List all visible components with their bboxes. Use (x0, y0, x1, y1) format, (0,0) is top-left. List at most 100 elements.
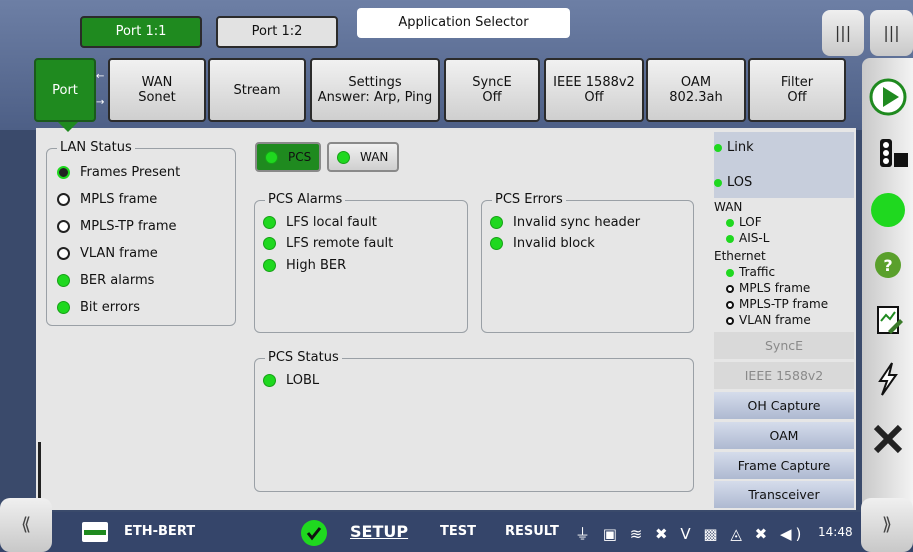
tab-ieee1588[interactable]: IEEE 1588v2 Off (544, 58, 644, 122)
status-led-icon (726, 268, 734, 277)
transceiver-button[interactable]: Transceiver (714, 481, 854, 509)
oam-button[interactable]: OAM (714, 422, 854, 450)
tab-sub: 802.3ah (669, 90, 723, 105)
status-led-icon (726, 300, 734, 309)
status-led-icon (57, 301, 70, 314)
list-item: VLAN frame (57, 246, 158, 261)
ethernet-item: MPLS frame (726, 281, 866, 295)
tab-wan[interactable]: WAN Sonet (108, 58, 206, 122)
test-button[interactable]: TEST (440, 512, 476, 552)
pcs-alarms-group: PCS Alarms LFS local fault LFS remote fa… (254, 192, 468, 333)
chevron-right-icon[interactable]: ⟫ (861, 498, 913, 552)
status-led-icon (57, 274, 70, 287)
ethernet-section-title: Ethernet (714, 249, 766, 263)
list-item: LOBL (263, 373, 319, 388)
lightning-icon[interactable] (862, 354, 913, 404)
item-label: LOS (727, 175, 753, 190)
list-item: LFS local fault (263, 215, 377, 230)
item-label: BER alarms (80, 273, 155, 288)
application-selector-button[interactable]: Application Selector (357, 8, 570, 38)
result-button[interactable]: RESULT (505, 512, 559, 552)
oh-capture-button[interactable]: OH Capture (714, 392, 854, 420)
tab-label: WAN (141, 75, 173, 90)
status-led-icon (263, 259, 276, 272)
tab-label: IEEE 1588v2 (553, 75, 635, 90)
wan-item: LOF (726, 215, 866, 229)
status-led-icon (57, 220, 70, 233)
active-tab-pointer (58, 122, 78, 132)
ethernet-item: Traffic (726, 265, 866, 279)
list-item: LFS remote fault (263, 236, 393, 251)
menu-icon-right[interactable]: ||| (870, 10, 913, 56)
menu-icon[interactable]: ||| (822, 10, 864, 56)
item-label: LFS remote fault (286, 236, 394, 251)
tab-synce[interactable]: SyncE Off (444, 58, 540, 122)
arrow-icon: ← → (96, 71, 105, 108)
ieee1588-button[interactable]: IEEE 1588v2 (714, 362, 854, 390)
chevron-left-icon[interactable]: ⟪ (0, 498, 52, 552)
synce-button[interactable]: SyncE (714, 332, 854, 360)
status-led-icon (263, 216, 276, 229)
status-led-icon (490, 216, 503, 229)
status-led-icon (726, 316, 734, 325)
status-icons: ⏚ ▣ ≋ ✖ V ▩ ◬ ✖ ◀) (575, 525, 806, 543)
tab-label: OAM (680, 75, 712, 90)
list-item: MPLS frame (57, 192, 157, 207)
tab-label: Filter (780, 75, 814, 90)
svg-text:?: ? (883, 256, 892, 275)
status-led-icon (57, 193, 70, 206)
item-label: VLAN frame (80, 246, 158, 261)
scroll-indicator (38, 442, 41, 504)
group-title: PCS Alarms (265, 192, 346, 207)
tab-port[interactable]: Port (34, 58, 96, 122)
ethernet-item: MPLS-TP frame (726, 297, 866, 311)
clock: 14:48 (818, 525, 853, 539)
pcs-status-group: PCS Status LOBL (254, 350, 694, 492)
tab-label: Stream (233, 82, 281, 98)
status-led-icon (265, 150, 278, 164)
pcs-toggle-button[interactable]: PCS (255, 142, 321, 172)
tab-filter[interactable]: Filter Off (748, 58, 846, 122)
play-icon[interactable] (862, 72, 913, 122)
tab-label: Settings (348, 75, 402, 90)
status-led-icon (263, 237, 276, 250)
tab-sub: Off (482, 90, 502, 105)
link-status: Link (714, 140, 854, 155)
item-label: AIS-L (739, 231, 770, 245)
setup-button[interactable]: SETUP (350, 512, 408, 552)
item-label: MPLS frame (80, 192, 158, 207)
traffic-light-icon[interactable] (862, 130, 913, 180)
help-icon[interactable]: ? (862, 240, 913, 290)
tab-label: SyncE (472, 75, 512, 90)
status-led-icon (490, 237, 503, 250)
tab-port-1-2[interactable]: Port 1:2 (216, 16, 338, 48)
tab-oam[interactable]: OAM 802.3ah (646, 58, 746, 122)
tab-port-1-1[interactable]: Port 1:1 (80, 16, 202, 48)
item-label: VLAN frame (739, 313, 811, 327)
bottom-bar: ETH-BERT SETUP TEST RESULT ⏚ ▣ ≋ ✖ V ▩ ◬… (0, 512, 913, 552)
ethernet-item: VLAN frame (726, 313, 866, 327)
tab-settings[interactable]: Settings Answer: Arp, Ping (310, 58, 440, 122)
app-name: ETH-BERT (124, 524, 196, 539)
group-title: LAN Status (57, 140, 135, 155)
toggle-label: PCS (288, 150, 312, 164)
status-green-icon[interactable] (862, 185, 913, 235)
wan-item: AIS-L (726, 231, 866, 245)
frame-capture-button[interactable]: Frame Capture (714, 452, 854, 480)
wan-toggle-button[interactable]: WAN (327, 142, 399, 172)
list-item: MPLS-TP frame (57, 219, 177, 234)
item-label: LFS local fault (286, 215, 377, 230)
item-label: Traffic (739, 265, 776, 279)
item-label: MPLS frame (739, 281, 811, 295)
item-label: High BER (286, 258, 347, 273)
item-label: LOBL (286, 373, 320, 388)
item-label: MPLS-TP frame (80, 219, 177, 234)
tab-sub: Off (787, 90, 807, 105)
status-led-icon (726, 234, 734, 243)
check-icon (301, 520, 327, 546)
report-icon[interactable] (862, 296, 913, 346)
list-item: Invalid block (490, 236, 595, 251)
tab-stream[interactable]: Stream (208, 58, 306, 122)
group-title: PCS Status (265, 350, 342, 365)
close-icon[interactable] (862, 414, 913, 464)
